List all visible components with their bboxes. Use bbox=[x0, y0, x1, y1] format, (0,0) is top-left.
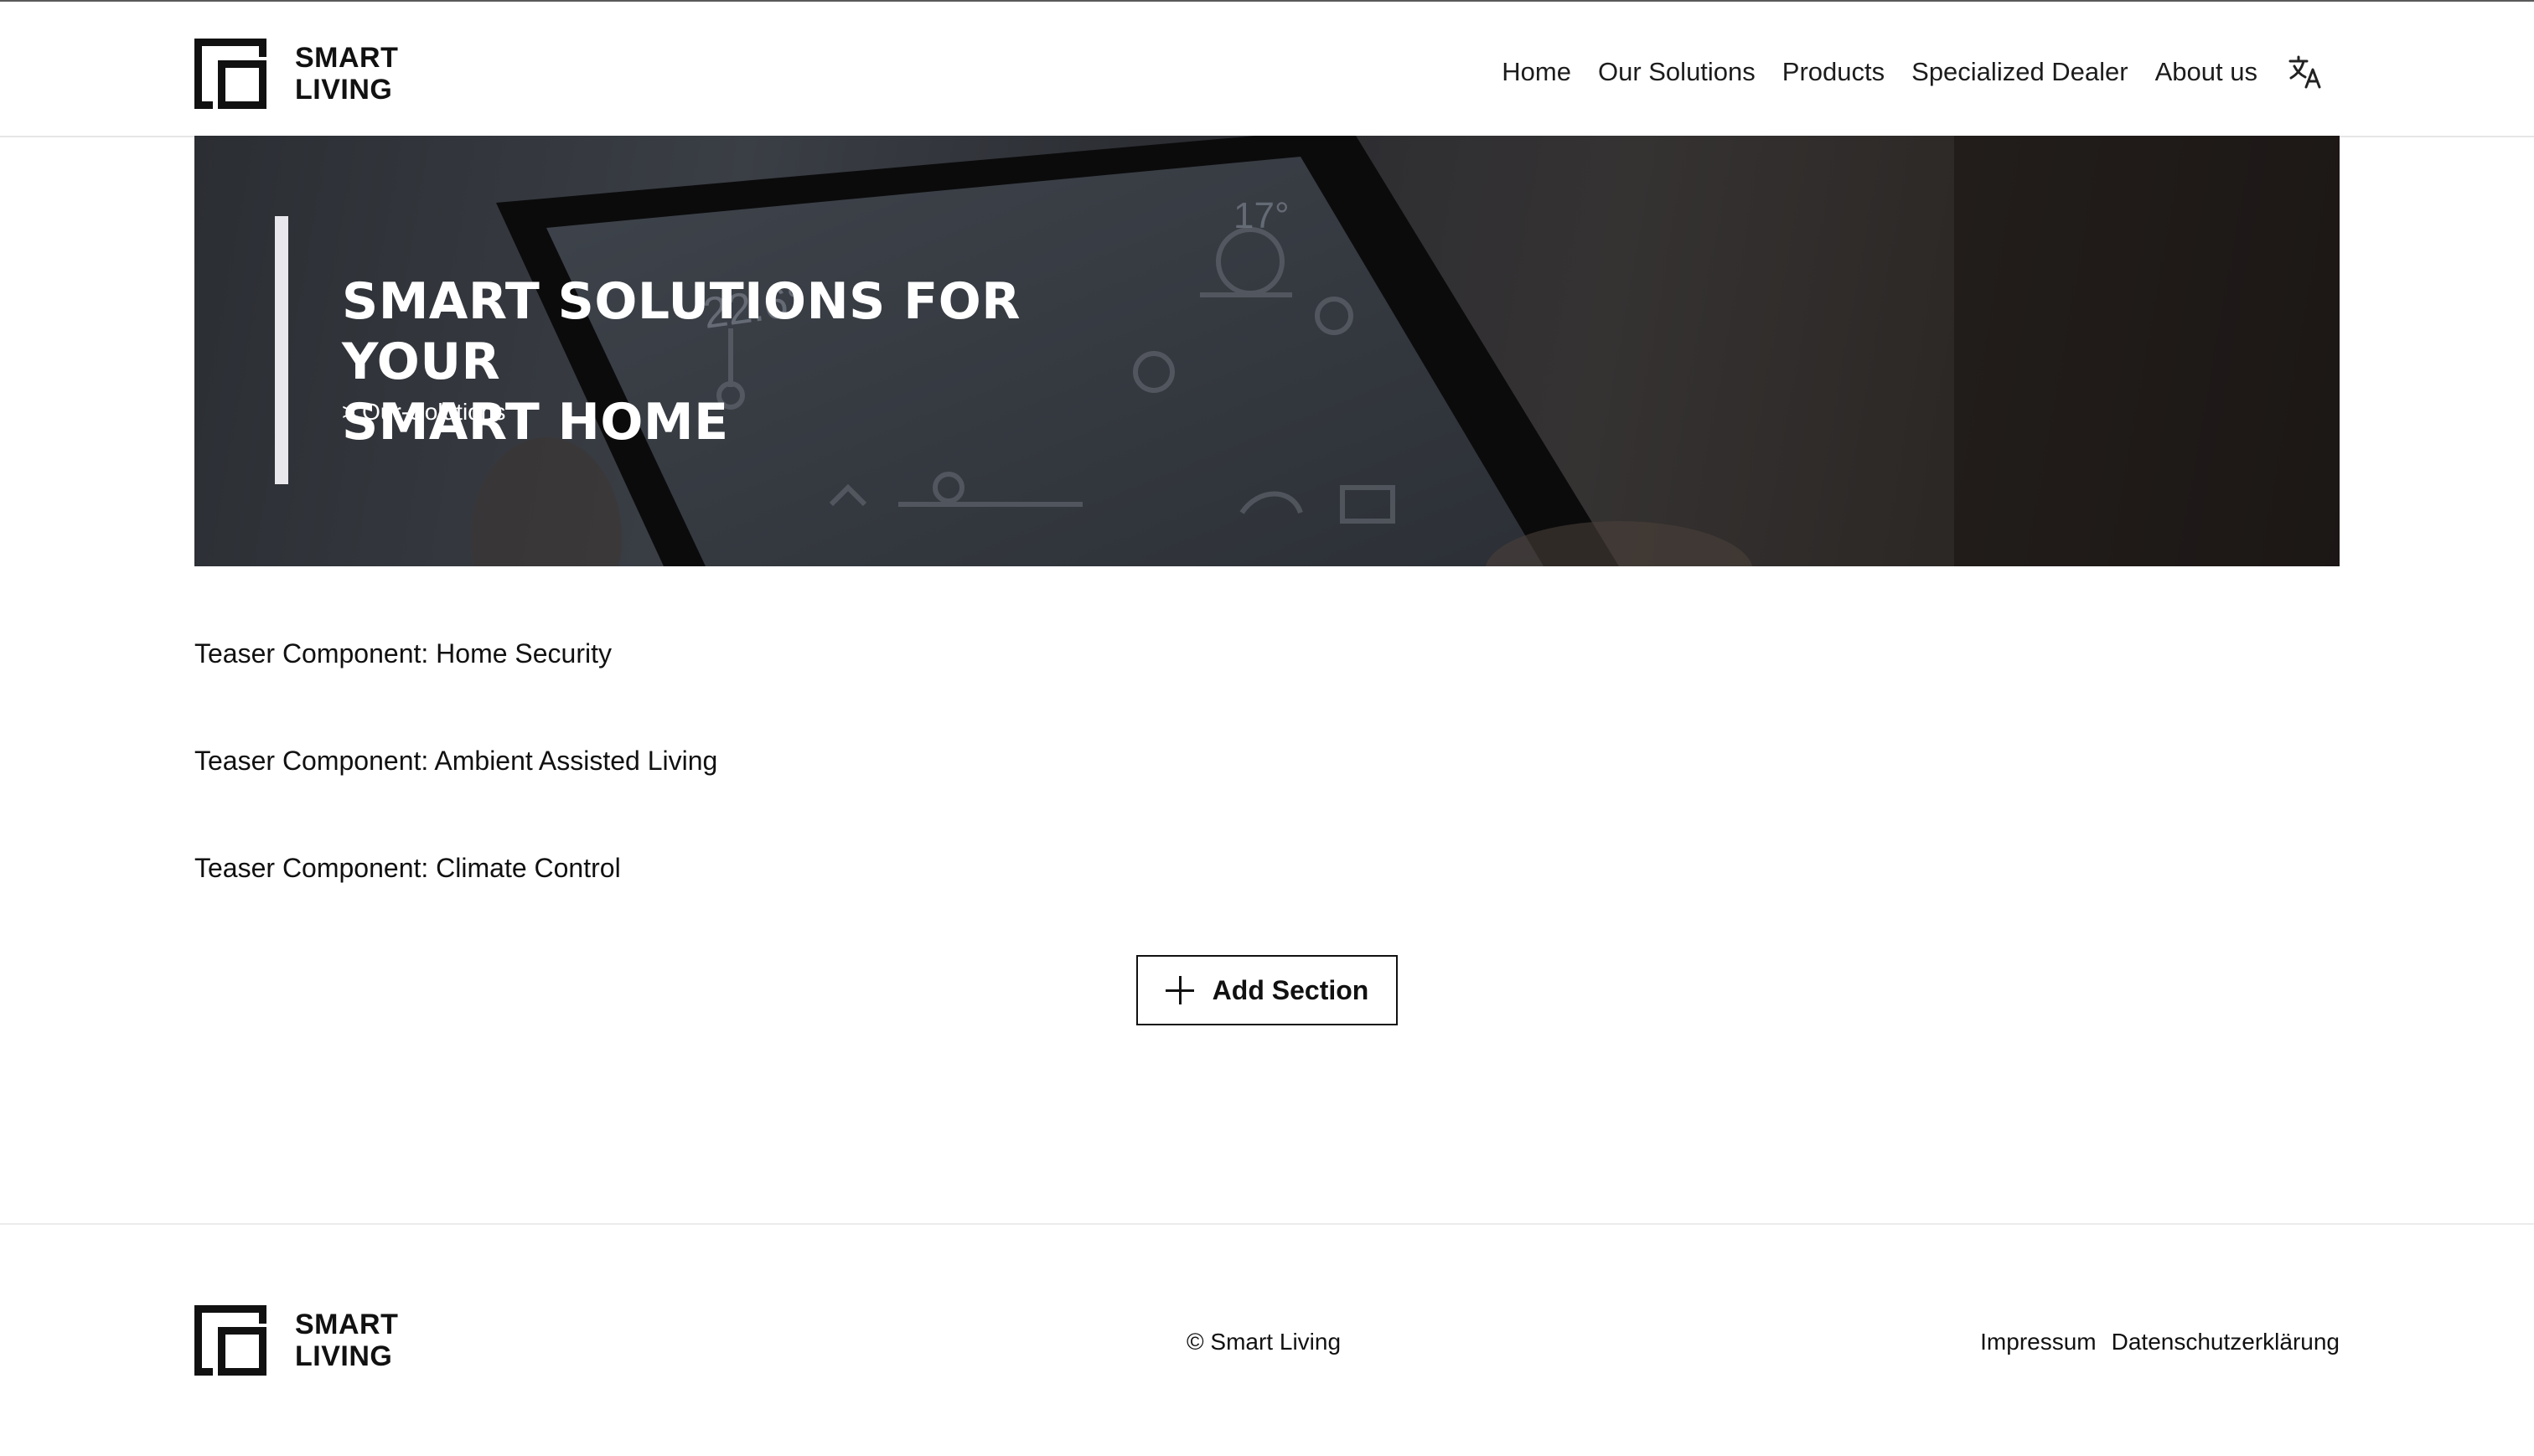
nav-item-products[interactable]: Products bbox=[1782, 57, 1885, 87]
logo-line-1: SMART bbox=[295, 42, 399, 74]
breadcrumb[interactable]: > Our-Solutions bbox=[342, 399, 505, 426]
teaser-home-security: Teaser Component: Home Security bbox=[194, 638, 612, 669]
logo-line-2: LIVING bbox=[295, 74, 393, 106]
site-footer: SMART LIVING © Smart Living Impressum Da… bbox=[0, 1223, 2534, 1456]
header-logo[interactable]: SMART LIVING bbox=[194, 39, 398, 109]
page-title-line-1: SMART SOLUTIONS FOR YOUR bbox=[342, 272, 1021, 391]
logo-icon bbox=[194, 39, 266, 109]
copyright: © Smart Living bbox=[1187, 1329, 1342, 1355]
svg-text:17°: 17° bbox=[1233, 195, 1290, 236]
logo-text: SMART LIVING bbox=[295, 1309, 398, 1372]
nav-item-specialized-dealer[interactable]: Specialized Dealer bbox=[1911, 57, 2128, 87]
footer-links: Impressum Datenschutzerklärung bbox=[1965, 1329, 2340, 1355]
add-section-label: Add Section bbox=[1212, 974, 1369, 1005]
nav-item-our-solutions[interactable]: Our Solutions bbox=[1598, 57, 1756, 87]
teaser-climate-control: Teaser Component: Climate Control bbox=[194, 853, 621, 883]
logo-line-2: LIVING bbox=[295, 1340, 393, 1372]
add-section-button[interactable]: Add Section bbox=[1136, 955, 1398, 1025]
plus-icon bbox=[1165, 976, 1194, 1004]
teaser-ambient-assisted-living: Teaser Component: Ambient Assisted Livin… bbox=[194, 746, 718, 776]
footer-link-datenschutz[interactable]: Datenschutzerklärung bbox=[2112, 1329, 2340, 1355]
translate-icon[interactable] bbox=[2288, 54, 2325, 90]
footer-link-impressum[interactable]: Impressum bbox=[1980, 1329, 2096, 1355]
logo-icon bbox=[194, 1305, 266, 1376]
hero-accent-bar bbox=[275, 216, 288, 484]
logo-line-1: SMART bbox=[295, 1309, 399, 1340]
footer-logo[interactable]: SMART LIVING bbox=[194, 1305, 398, 1376]
site-header: SMART LIVING Home Our Solutions Products… bbox=[0, 2, 2534, 137]
nav-item-home[interactable]: Home bbox=[1502, 57, 1571, 87]
nav-item-about-us[interactable]: About us bbox=[2155, 57, 2257, 87]
main-nav: Home Our Solutions Products Specialized … bbox=[1475, 54, 2325, 90]
logo-text: SMART LIVING bbox=[295, 42, 398, 106]
hero-banner: 22.6° 17° SMART SOLUTIONS FOR YOUR SMART… bbox=[194, 136, 2340, 566]
